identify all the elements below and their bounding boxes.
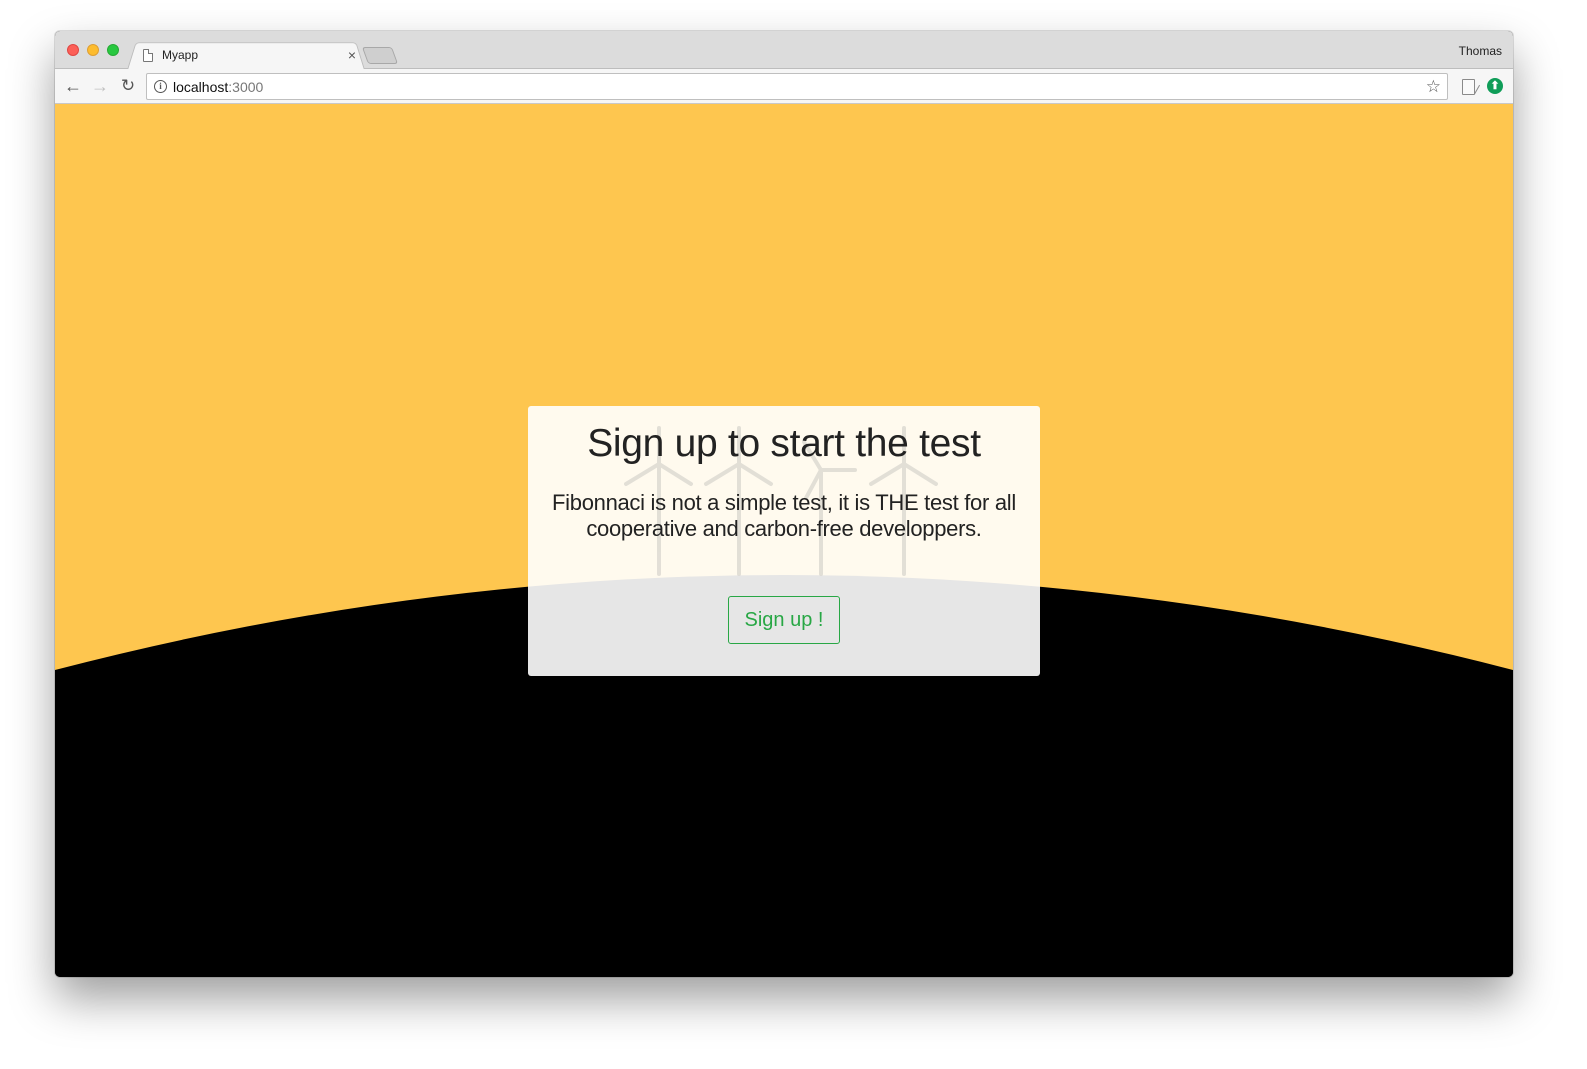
page-viewport: Sign up to start the test Fibonnaci is n… <box>55 104 1513 977</box>
bookmark-star-icon[interactable]: ☆ <box>1426 77 1441 97</box>
tab-content: Myapp × <box>143 43 359 67</box>
url-host: localhost <box>173 78 229 95</box>
info-icon[interactable]: i <box>154 80 167 93</box>
back-arrow-icon[interactable]: ← <box>62 75 84 97</box>
card-title: Sign up to start the test <box>587 422 981 465</box>
sign-up-button[interactable]: Sign up ! <box>728 596 840 644</box>
profile-name[interactable]: Thomas <box>1459 44 1502 58</box>
maximize-window-button[interactable] <box>107 44 119 56</box>
tab-close-icon[interactable]: × <box>345 48 359 62</box>
browser-window: Myapp × Thomas ← → ↻ i localhost :3000 ☆… <box>55 31 1513 977</box>
url-port: :3000 <box>228 78 264 95</box>
update-icon[interactable]: ⬆ <box>1487 78 1503 94</box>
close-window-button[interactable] <box>67 44 79 56</box>
new-tab-button[interactable] <box>361 47 399 64</box>
extension-icon[interactable] <box>1462 79 1475 95</box>
address-bar[interactable]: i localhost :3000 ☆ <box>146 73 1448 100</box>
minimize-window-button[interactable] <box>87 44 99 56</box>
forward-arrow-icon[interactable]: → <box>89 75 111 97</box>
page-icon <box>143 48 153 62</box>
card-description: Fibonnaci is not a simple test, it is TH… <box>552 490 1016 541</box>
tab-title[interactable]: Myapp <box>162 48 345 62</box>
browser-toolbar: ← → ↻ i localhost :3000 ☆ ⬆ <box>55 69 1513 104</box>
title-bar: Myapp × Thomas <box>55 31 1513 70</box>
signup-card: Sign up to start the test Fibonnaci is n… <box>528 406 1040 676</box>
reload-icon[interactable]: ↻ <box>117 75 139 97</box>
